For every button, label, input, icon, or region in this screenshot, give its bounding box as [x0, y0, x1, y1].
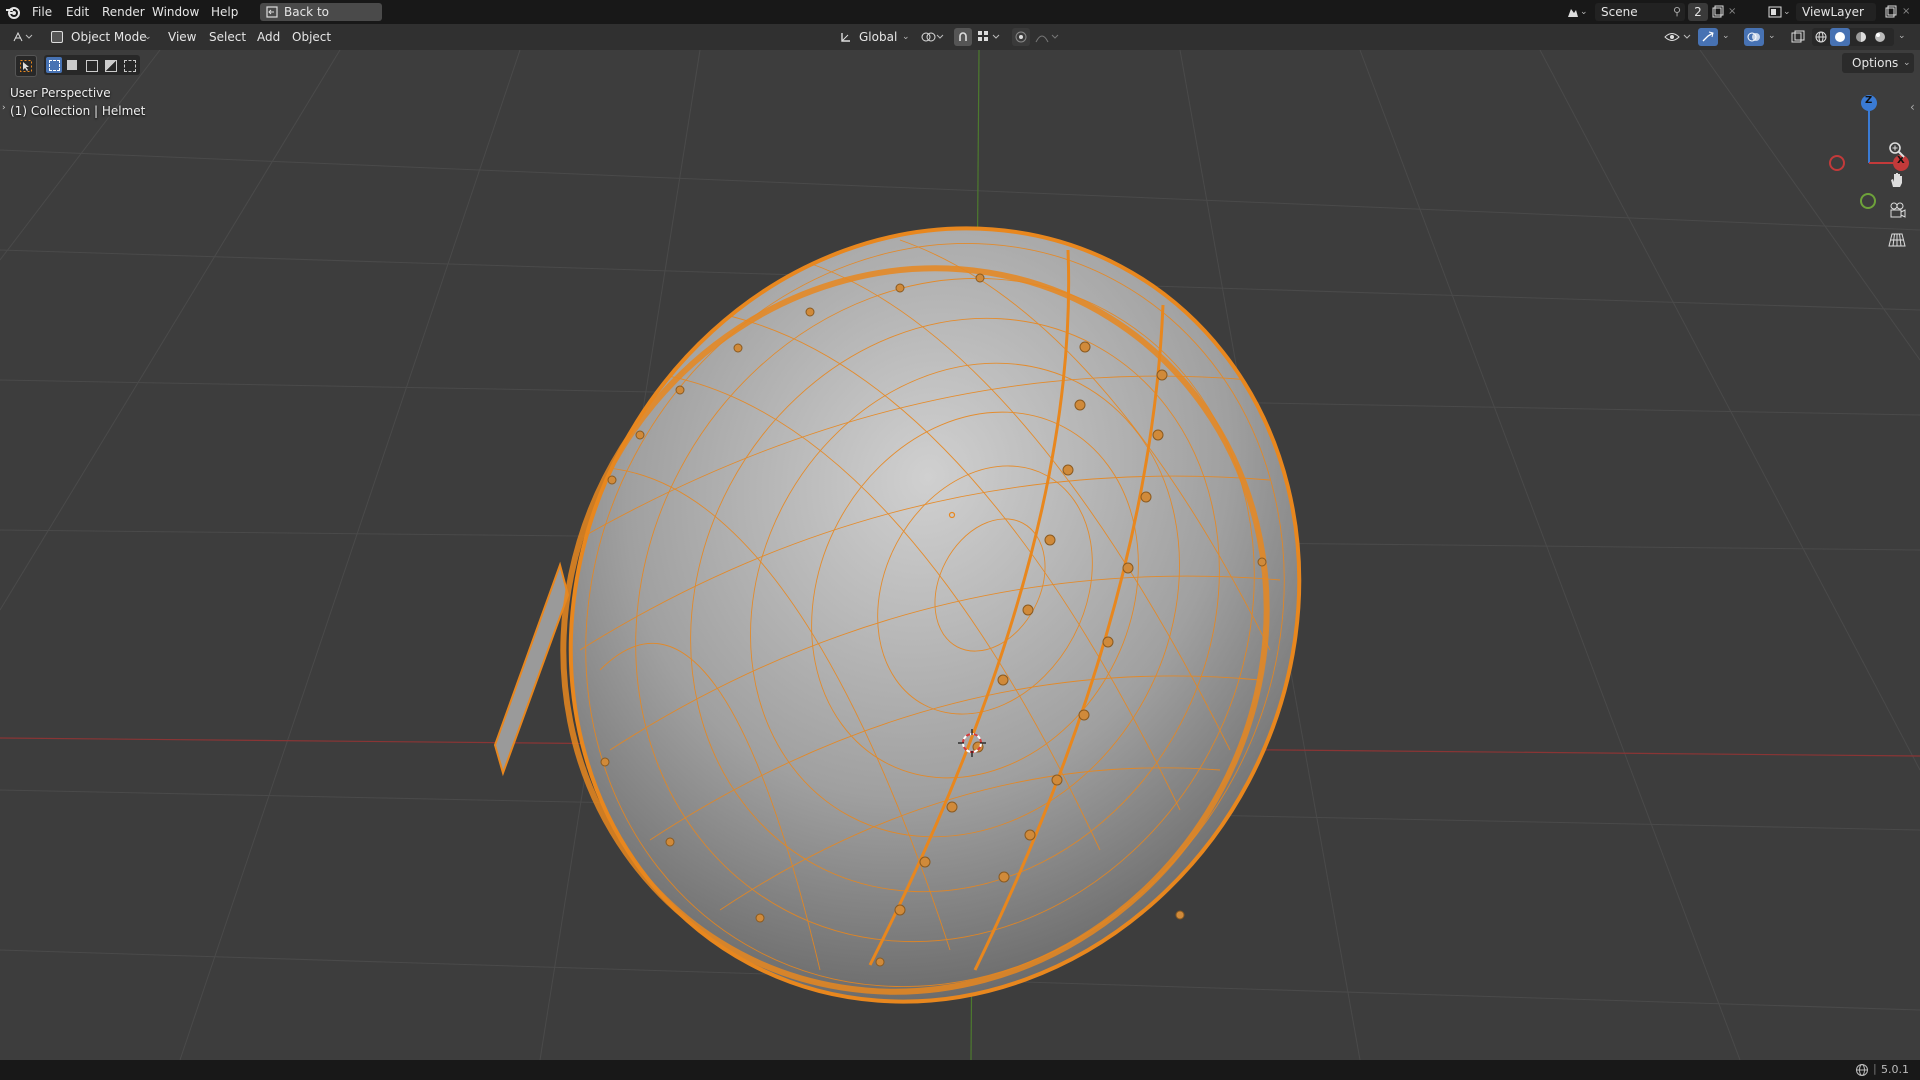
menu-edit[interactable]: Edit [60, 3, 95, 21]
gizmo-y-axis [1860, 193, 1876, 209]
proportional-icon[interactable] [1012, 28, 1064, 46]
visibility-icon[interactable] [1664, 30, 1694, 44]
close-icon[interactable]: × [1902, 3, 1910, 21]
network-icon [1856, 1064, 1868, 1076]
overlay-icon [1747, 32, 1760, 42]
chevron-down-icon: ⌄ [1903, 58, 1911, 68]
select-tool-icon [20, 60, 32, 72]
select-extend-icon[interactable] [67, 60, 77, 70]
transform-orientation-dropdown[interactable]: Global ⌄ [836, 27, 912, 47]
scene-count-label: 2 [1694, 5, 1702, 19]
select-invert-icon[interactable] [105, 60, 117, 72]
gizmo-neg-x-axis [1829, 155, 1845, 171]
shading-group [1812, 28, 1894, 46]
select-new-button[interactable] [46, 57, 62, 73]
chevron-down-icon: ⌄ [1580, 7, 1588, 17]
perspective-label: User Perspective [10, 86, 111, 100]
scene-name: Scene [1601, 5, 1638, 19]
overlay-toggle[interactable] [1744, 28, 1764, 46]
select-subtract-icon[interactable] [86, 60, 98, 72]
chevron-down-icon[interactable]: ⌄ [1722, 31, 1730, 41]
gizmo-toggle[interactable] [1698, 28, 1718, 46]
options-dropdown[interactable]: Options ⌄ [1842, 53, 1914, 73]
wireframe-shading-icon[interactable] [1815, 31, 1827, 43]
viewlayer-selector[interactable]: ⌄ ViewLayer × [1766, 3, 1918, 21]
snap-toggle[interactable] [954, 28, 972, 46]
menu-help[interactable]: Help [205, 3, 244, 21]
new-viewlayer-icon[interactable] [1884, 5, 1898, 19]
top-menu-bar: File Edit Render Window Help Back to Pre… [0, 0, 1920, 37]
back-to-previous-button[interactable]: Back to Previous [260, 3, 382, 37]
menu-select[interactable]: Select [203, 27, 252, 47]
zoom-icon[interactable] [1888, 141, 1906, 159]
new-scene-icon[interactable] [1711, 5, 1725, 19]
3d-viewport[interactable]: User Perspective › (1) Collection | Helm… [0, 50, 1920, 1060]
scene-icon [1568, 9, 1578, 17]
material-shading-icon[interactable] [1855, 31, 1867, 43]
chevron-down-icon: ⌄ [1783, 7, 1791, 17]
menu-render[interactable]: Render [96, 3, 151, 21]
orientation-label: Global [859, 30, 898, 44]
menu-add[interactable]: Add [251, 27, 286, 47]
xray-icon[interactable] [1791, 30, 1805, 44]
chevron-down-icon: ⌄ [144, 32, 152, 42]
transform-orientation-icon [841, 33, 850, 42]
close-icon[interactable]: × [1728, 3, 1736, 21]
viewlayer-name: ViewLayer [1802, 5, 1864, 19]
helmet-object[interactable] [427, 100, 1433, 1060]
collapse-arrow-icon[interactable]: › [2, 103, 6, 113]
menu-window[interactable]: Window [146, 3, 205, 21]
snap-target-icon[interactable] [977, 30, 1003, 44]
object-mode-label: Object Mode [71, 30, 147, 44]
chevron-down-icon[interactable]: ⌄ [1768, 31, 1776, 41]
back-icon [266, 6, 278, 18]
menu-file[interactable]: File [26, 3, 58, 21]
select-intersect-icon[interactable] [124, 60, 136, 72]
viewlayer-icon [1768, 6, 1782, 18]
snap-icon [959, 32, 967, 41]
viewport-canvas[interactable] [0, 50, 1920, 1060]
status-divider: | [1873, 1062, 1877, 1075]
status-bar: | 5.0.1 [0, 1060, 1920, 1080]
version-label: 5.0.1 [1881, 1063, 1909, 1076]
scene-name-field[interactable]: Scene ⚲ [1595, 3, 1685, 21]
helmet-strap [493, 561, 570, 777]
viewport-header: Object Mode ⌄ View Select Add Object Glo… [0, 24, 1920, 50]
pan-hand-icon[interactable] [1888, 171, 1906, 189]
menu-object[interactable]: Object [286, 27, 337, 47]
object-mode-dropdown[interactable]: Object Mode ⌄ [46, 27, 154, 47]
viewlayer-name-field[interactable]: ViewLayer [1796, 3, 1876, 21]
scene-user-count[interactable]: 2 [1688, 3, 1708, 21]
select-tool-button[interactable] [15, 55, 37, 77]
solid-shading-icon [1835, 32, 1845, 42]
rendered-shading-icon[interactable] [1874, 31, 1886, 43]
pivot-icon[interactable] [920, 30, 946, 44]
chevron-down-icon: ⌄ [902, 32, 910, 42]
scene-selector[interactable]: ⌄ Scene ⚲ 2 × [1563, 3, 1738, 21]
object-mode-icon [51, 31, 63, 43]
menu-view[interactable]: View [162, 27, 202, 47]
grid-icon[interactable] [1888, 231, 1906, 249]
options-label: Options [1852, 56, 1899, 70]
gizmo-z-label: Z [1865, 95, 1873, 106]
gizmo-icon [1702, 31, 1714, 42]
pin-icon[interactable]: ⚲ [1673, 3, 1681, 21]
camera-icon[interactable] [1888, 201, 1906, 219]
selection-mode-group [44, 55, 140, 75]
solid-shading-button[interactable] [1830, 28, 1850, 46]
chevron-down-icon[interactable]: ⌄ [1898, 31, 1906, 41]
editor-type-icon[interactable] [12, 30, 36, 44]
collection-label: (1) Collection | Helmet [10, 104, 146, 118]
blender-logo-icon[interactable] [5, 4, 21, 20]
select-new-icon [49, 60, 60, 71]
